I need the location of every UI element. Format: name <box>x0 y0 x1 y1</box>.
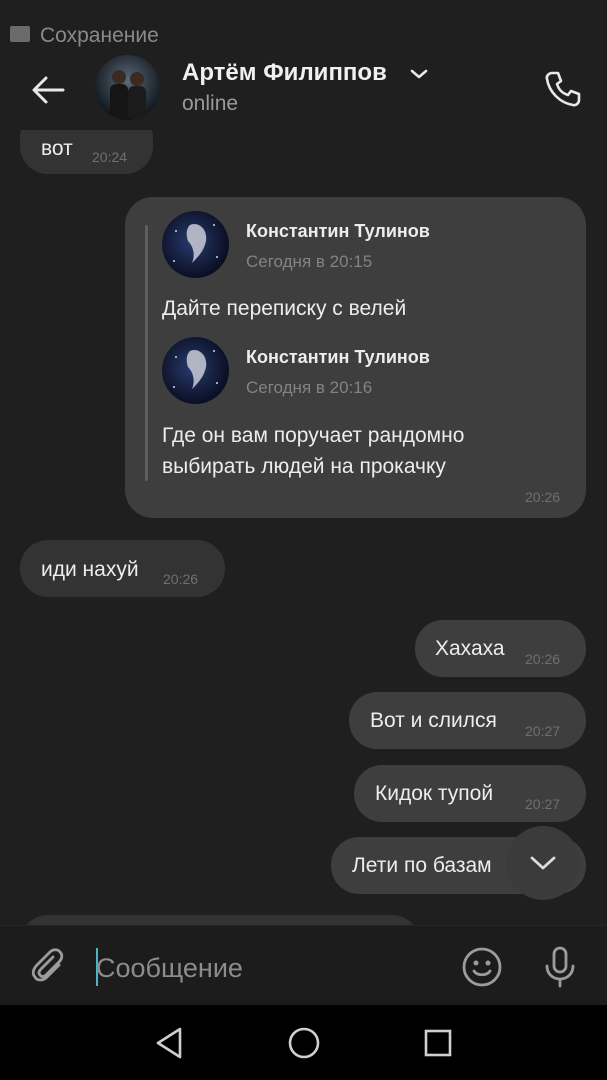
message-bubble-incoming[interactable] <box>20 915 420 925</box>
message-bubble-outgoing[interactable]: Кидок тупой 20:27 <box>354 765 586 822</box>
forward-author-avatar[interactable] <box>162 211 229 278</box>
forward-text-line: Где он вам поручает рандомно <box>162 424 465 447</box>
microphone-icon <box>545 946 575 988</box>
message-text: иди нахуй <box>41 558 139 581</box>
call-button[interactable] <box>540 66 586 112</box>
message-bubble-incoming[interactable]: иди нахуй 20:26 <box>20 540 225 597</box>
chevron-down-icon <box>530 856 556 870</box>
message-time: 20:26 <box>525 651 561 667</box>
triangle-back-icon <box>156 1027 182 1059</box>
message-bubble-outgoing[interactable]: Вот и слился 20:27 <box>349 692 586 749</box>
square-recents-icon <box>424 1029 452 1057</box>
forward-indicator-bar <box>145 225 148 481</box>
scroll-to-bottom-button[interactable] <box>506 826 580 900</box>
emoji-button[interactable] <box>460 945 504 989</box>
back-button[interactable] <box>26 68 70 112</box>
attach-button[interactable] <box>28 946 70 988</box>
contact-name[interactable]: Артём Филиппов <box>182 59 387 87</box>
forward-author-name[interactable]: Константин Тулинов <box>246 347 430 368</box>
message-bubble-outgoing[interactable]: Хахаха 20:26 <box>415 620 586 677</box>
notification-icon <box>10 26 30 42</box>
emoji-icon <box>462 947 502 987</box>
nav-home-button[interactable] <box>284 1023 324 1063</box>
message-text: Лети по базам <box>352 854 492 877</box>
message-bubble-forwarded[interactable]: Константин Тулинов Сегодня в 20:15 Дайте… <box>125 197 586 518</box>
paperclip-icon <box>31 948 64 982</box>
forward-author-name[interactable]: Константин Тулинов <box>246 221 430 242</box>
message-time: 20:27 <box>525 723 561 739</box>
chat-header: Артём Филиппов online <box>0 50 607 130</box>
forward-author-avatar[interactable] <box>162 337 229 404</box>
status-bar: Сохранение <box>0 0 607 50</box>
voice-message-button[interactable] <box>538 944 582 990</box>
forward-text: Дайте переписку с велей <box>162 297 407 320</box>
nav-back-button[interactable] <box>149 1023 189 1063</box>
message-time: 20:24 <box>92 149 128 165</box>
message-composer <box>0 925 607 1005</box>
message-text: Хахаха <box>435 637 505 660</box>
message-time: 20:26 <box>163 571 199 587</box>
forward-date: Сегодня в 20:16 <box>246 378 373 397</box>
phone-icon <box>545 71 581 107</box>
contact-status: online <box>182 92 239 115</box>
system-navigation-bar <box>0 1005 607 1080</box>
chevron-down-icon[interactable] <box>408 66 430 82</box>
message-text: Кидок тупой <box>375 782 494 805</box>
message-text: Вот и слился <box>370 709 497 732</box>
forward-text-line: выбирать людей на прокачку <box>162 455 446 478</box>
message-list[interactable]: вот 20:24 Константин Тулинов Сегодня в 2… <box>0 130 607 925</box>
status-notification-text: Сохранение <box>40 24 159 47</box>
circle-home-icon <box>288 1027 320 1059</box>
back-arrow-icon <box>32 76 65 104</box>
contact-avatar[interactable] <box>95 55 160 120</box>
message-input[interactable] <box>96 946 436 990</box>
message-bubble-incoming[interactable]: вот 20:24 <box>20 130 153 174</box>
nav-recents-button[interactable] <box>418 1023 458 1063</box>
message-time: 20:26 <box>525 489 561 505</box>
forward-date: Сегодня в 20:15 <box>246 252 373 271</box>
message-text: вот <box>41 137 73 160</box>
message-time: 20:27 <box>525 796 561 812</box>
